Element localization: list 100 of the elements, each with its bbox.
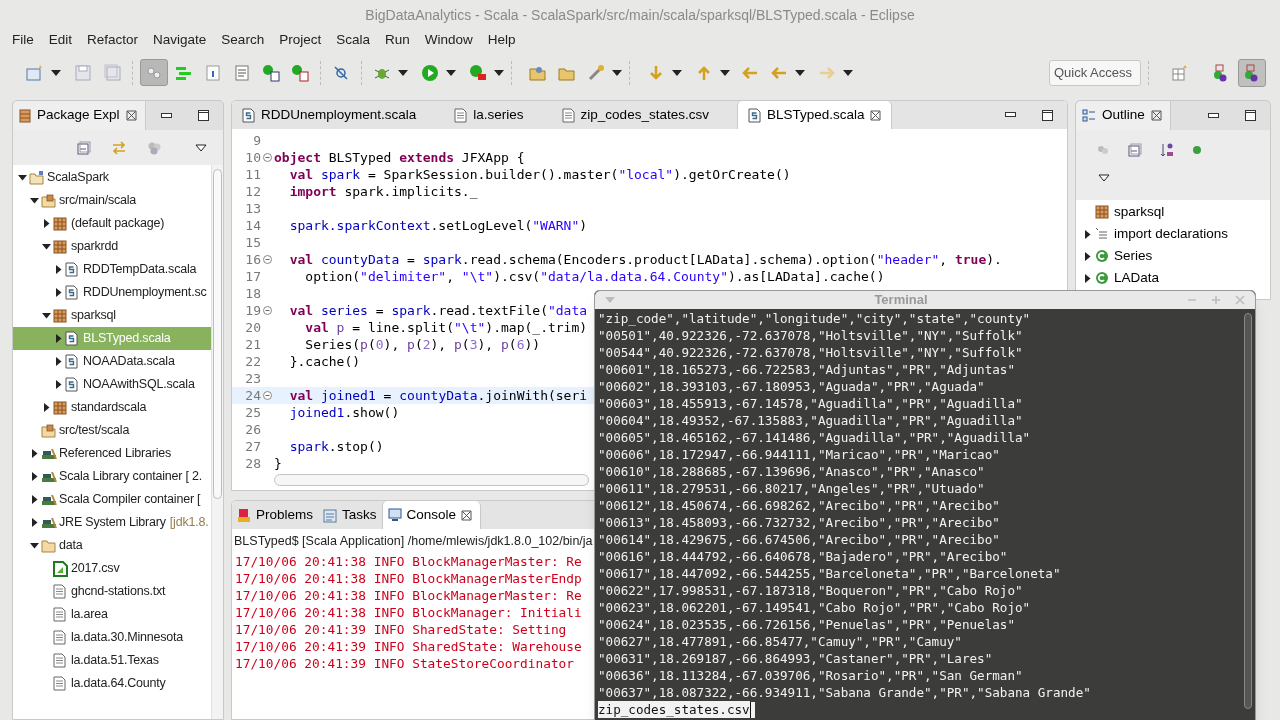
close-icon[interactable] xyxy=(125,110,137,121)
editor-tab[interactable]: RDDUnemployment.scala xyxy=(232,101,427,129)
tree-item[interactable]: (default package) xyxy=(13,212,211,235)
expand-arrow-icon[interactable] xyxy=(30,449,39,458)
tree-item[interactable]: standardscala xyxy=(13,396,211,419)
tree-item[interactable]: src/main/scala xyxy=(13,189,211,212)
perspective-button[interactable] xyxy=(1238,58,1266,87)
menu-item[interactable]: Window xyxy=(417,29,480,51)
tree-item[interactable]: la.area xyxy=(13,603,211,626)
maximize-icon[interactable] xyxy=(1245,110,1256,121)
tree-item[interactable]: JRE System Library [jdk1.8. xyxy=(13,511,211,534)
menu-item[interactable]: Navigate xyxy=(146,29,214,51)
menu-item[interactable]: Search xyxy=(214,29,272,51)
menu-item[interactable]: Project xyxy=(272,29,329,51)
tree-item[interactable]: Scala Library container [ 2. xyxy=(13,465,211,488)
view-menu-icon[interactable] xyxy=(195,143,207,152)
expand-arrow-icon[interactable] xyxy=(30,495,39,504)
expand-arrow-icon[interactable] xyxy=(1082,251,1092,261)
expand-arrow-icon[interactable] xyxy=(54,334,63,343)
editor-tab[interactable]: zip_codes_states.csv xyxy=(551,101,719,129)
horizontal-scrollbar[interactable] xyxy=(274,474,589,486)
view-menu-icon[interactable] xyxy=(1098,174,1110,182)
collapse-arrow-icon[interactable] xyxy=(42,242,51,251)
tree-item[interactable]: Referenced Libraries xyxy=(13,442,211,465)
expand-arrow-icon[interactable] xyxy=(42,403,51,412)
tree-item[interactable]: NOAAData.scala xyxy=(13,350,211,373)
tree-item[interactable]: NOAAwithSQL.scala xyxy=(13,373,211,396)
expand-arrow-icon[interactable] xyxy=(30,518,39,527)
tree-item[interactable]: RDDUnemployment.sc xyxy=(13,281,211,304)
tree-item[interactable]: Scala Compiler container [ xyxy=(13,488,211,511)
tree-item[interactable]: la.data.51.Texas xyxy=(13,649,211,672)
dropdown-caret-icon[interactable] xyxy=(672,69,682,76)
editor-tab[interactable]: la.series xyxy=(444,101,534,129)
fold-icon[interactable] xyxy=(262,255,272,264)
tree-item[interactable]: sparksql xyxy=(13,304,211,327)
tree-item[interactable]: src/test/scala xyxy=(13,419,211,442)
dropdown-caret-icon[interactable] xyxy=(720,69,730,76)
tree-item[interactable]: la.data.30.Minnesota xyxy=(13,626,211,649)
tree-item[interactable]: RDDTempData.scala xyxy=(13,258,211,281)
maximize-icon[interactable] xyxy=(1042,109,1053,121)
collapse-arrow-icon[interactable] xyxy=(42,311,51,320)
tree-item[interactable]: la.data.64.County xyxy=(13,672,211,695)
toggle-button[interactable] xyxy=(140,59,168,86)
expand-arrow-icon[interactable] xyxy=(30,472,39,481)
collapse-all-icon[interactable] xyxy=(77,140,91,155)
expand-arrow-icon[interactable] xyxy=(1082,273,1092,283)
panel-tab[interactable]: Outline xyxy=(1076,101,1171,130)
expand-arrow-icon[interactable] xyxy=(54,380,63,389)
tree-item[interactable]: 2017.csv xyxy=(13,557,211,580)
scrollbar-thumb[interactable] xyxy=(213,169,222,499)
outline-item[interactable]: sparksql xyxy=(1076,201,1270,223)
minimize-icon[interactable] xyxy=(1005,112,1016,118)
collapse-arrow-icon[interactable] xyxy=(30,196,39,205)
menu-item[interactable]: File xyxy=(5,29,41,51)
close-icon[interactable] xyxy=(870,109,882,121)
expand-arrow-icon[interactable] xyxy=(1082,229,1092,239)
terminal-line: "zip_code","latitude","longitude","city","state","county" xyxy=(598,311,1031,326)
expand-arrow-icon[interactable] xyxy=(54,357,63,366)
panel-tab[interactable]: Console xyxy=(381,501,482,529)
scrollbar-thumb[interactable] xyxy=(1244,313,1252,709)
close-icon[interactable] xyxy=(1150,110,1162,121)
fold-icon[interactable] xyxy=(262,306,272,315)
outline-item[interactable]: LAData xyxy=(1076,267,1270,289)
dropdown-caret-icon[interactable] xyxy=(795,69,805,76)
dot-icon[interactable] xyxy=(1192,145,1202,155)
tree-item[interactable]: data xyxy=(13,534,211,557)
close-icon[interactable] xyxy=(461,509,473,521)
menu-item[interactable]: Scala xyxy=(329,29,377,51)
outline-item[interactable]: import declarations xyxy=(1076,223,1270,245)
panel-tab[interactable]: Problems xyxy=(232,501,319,529)
expand-arrow-icon[interactable] xyxy=(54,265,63,274)
expand-arrow-icon[interactable] xyxy=(42,219,51,228)
fold-icon[interactable] xyxy=(262,153,272,162)
sort-icon[interactable] xyxy=(1160,142,1174,158)
fold-icon[interactable] xyxy=(262,391,272,400)
editor-tab[interactable]: BLSTyped.scala xyxy=(736,101,893,129)
menu-item[interactable]: Help xyxy=(480,29,523,51)
expand-arrow-icon[interactable] xyxy=(54,288,63,297)
minimize-icon[interactable] xyxy=(1208,112,1219,119)
dropdown-caret-icon[interactable] xyxy=(612,69,622,76)
dropdown-caret-icon[interactable] xyxy=(398,69,408,76)
menu-item[interactable]: Edit xyxy=(41,29,80,51)
maximize-icon[interactable] xyxy=(198,110,209,121)
panel-tab[interactable]: Package Expl xyxy=(13,101,146,130)
quick-access-field[interactable]: Quick Access xyxy=(1049,59,1141,86)
panel-tab[interactable]: Tasks xyxy=(318,501,382,529)
menu-item[interactable]: Refactor xyxy=(80,29,146,51)
collapse-all-icon[interactable] xyxy=(1128,143,1142,157)
dropdown-caret-icon[interactable] xyxy=(51,69,61,76)
tree-item[interactable]: ScalaSpark xyxy=(13,166,211,189)
collapse-arrow-icon[interactable] xyxy=(30,541,39,550)
menu-item[interactable]: Run xyxy=(377,29,417,51)
dropdown-caret-icon[interactable] xyxy=(494,69,504,76)
tree-item[interactable]: ghcnd-stations.txt xyxy=(13,580,211,603)
outline-item[interactable]: Series xyxy=(1076,245,1270,267)
dropdown-caret-icon[interactable] xyxy=(446,69,456,76)
collapse-arrow-icon[interactable] xyxy=(18,173,27,182)
dropdown-caret-icon[interactable] xyxy=(843,69,853,76)
tree-item[interactable]: sparkrdd xyxy=(13,235,211,258)
minimize-icon[interactable] xyxy=(161,112,172,119)
